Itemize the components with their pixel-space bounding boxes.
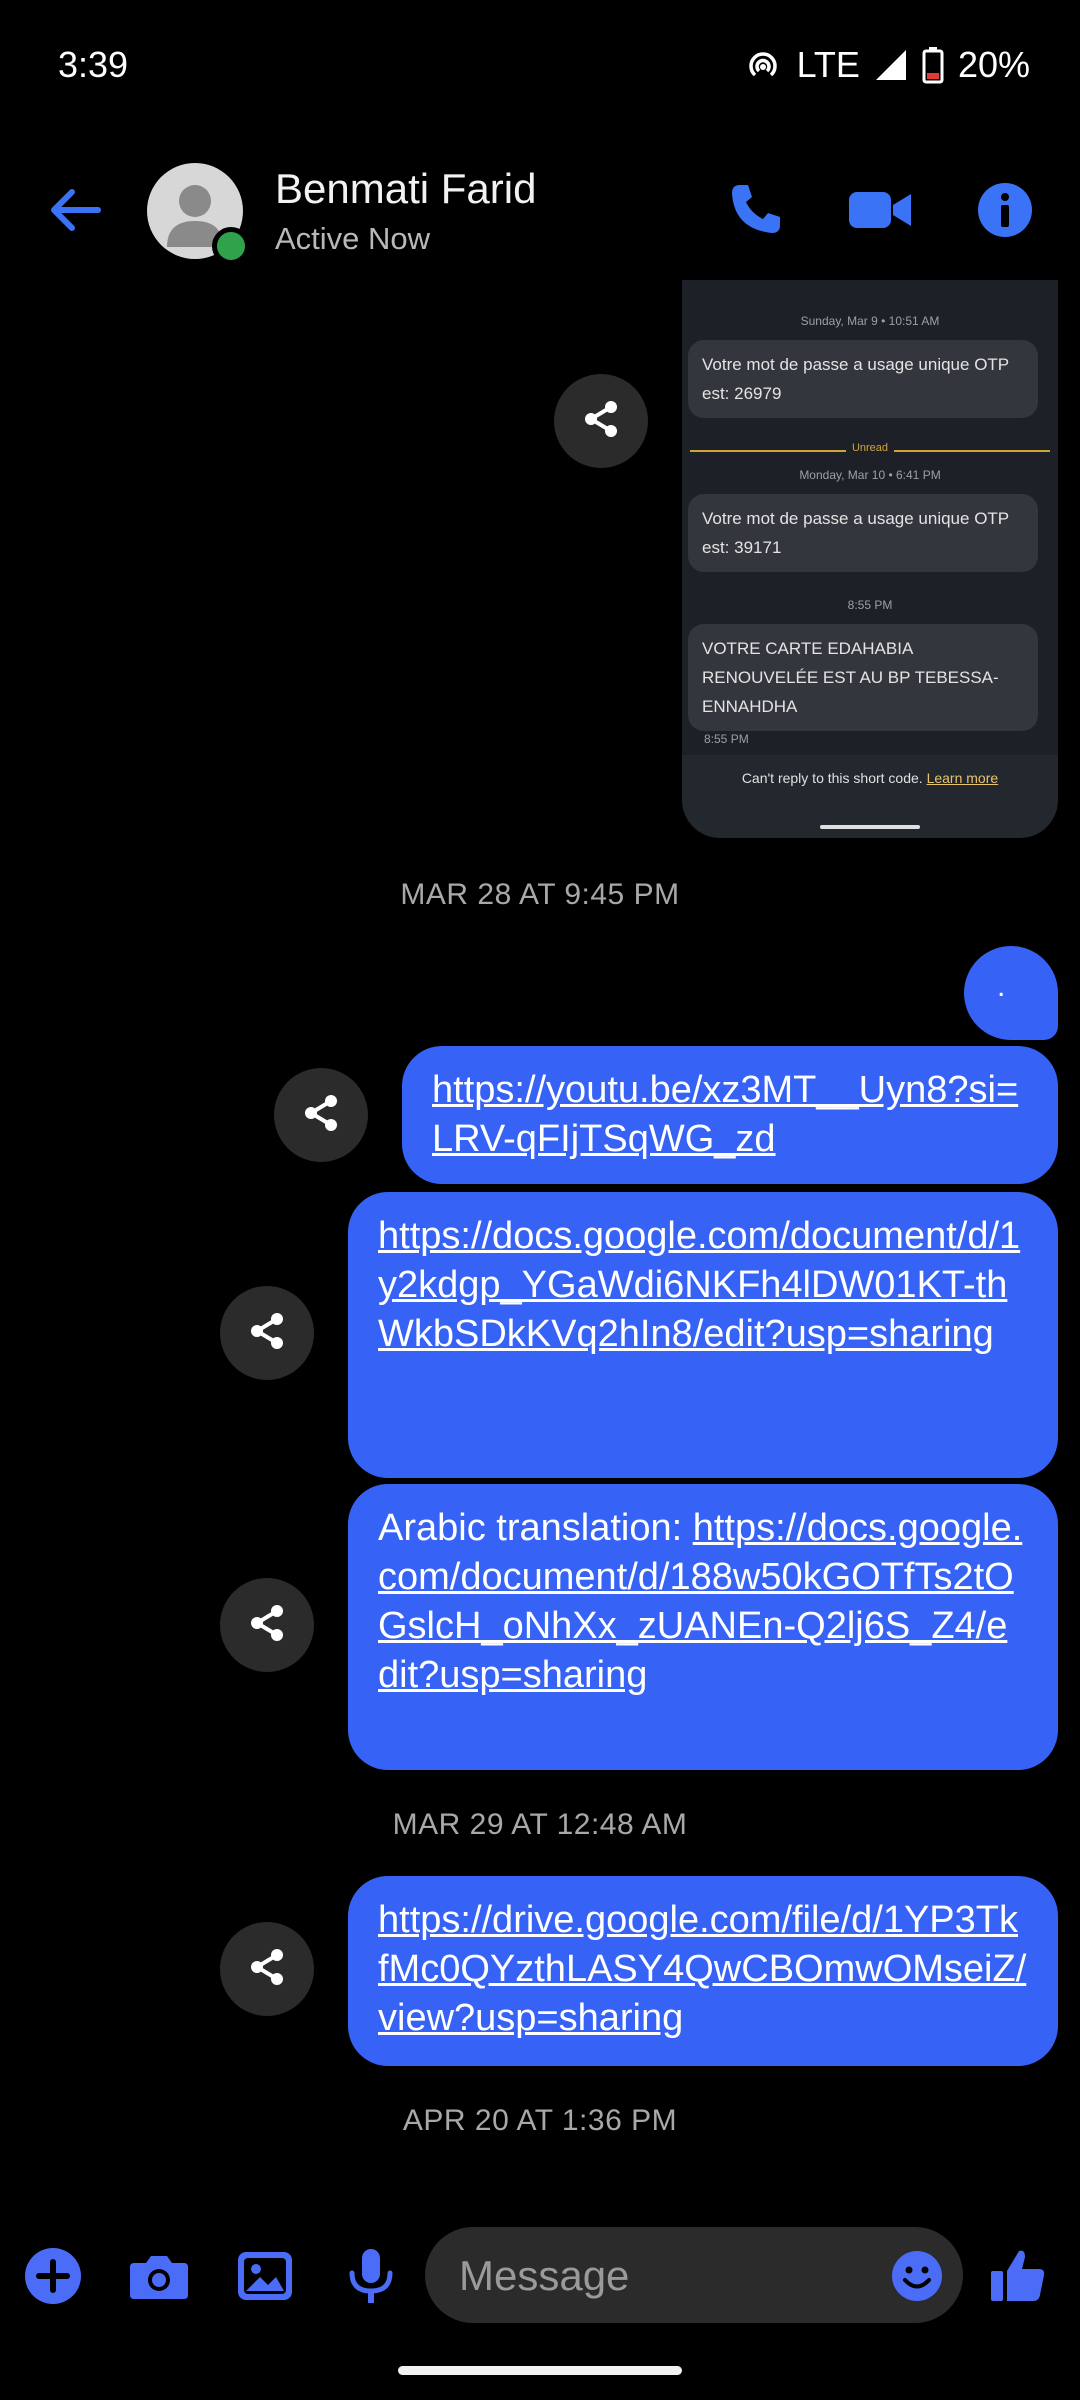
message-link[interactable]: https://docs.google.com/document/d/1y2kd… <box>378 1215 1020 1355</box>
share-icon <box>245 1945 289 1994</box>
message-composer <box>0 2215 1080 2335</box>
unread-label: Unread <box>682 442 1058 454</box>
home-indicator[interactable] <box>398 2366 682 2375</box>
screenshot-footer: Can't reply to this short code. Learn mo… <box>741 770 999 786</box>
add-button[interactable] <box>20 2243 86 2309</box>
status-time: 3:39 <box>58 44 129 85</box>
camera-button[interactable] <box>126 2243 192 2309</box>
message-link[interactable]: https://drive.google.com/file/d/1YP3TkfM… <box>378 1899 1026 2039</box>
thumbs-up-icon <box>985 2250 1051 2313</box>
screenshot-date: Sunday, Mar 9 • 10:51 AM <box>800 314 940 328</box>
contact-status: Active Now <box>275 221 431 256</box>
timestamp: MAR 29 AT 12:48 AM <box>392 1808 688 1841</box>
voice-button[interactable] <box>338 2243 404 2309</box>
call-button[interactable] <box>720 175 790 245</box>
info-button[interactable] <box>970 175 1040 245</box>
info-icon <box>970 183 1040 249</box>
screenshot-message: VOTRE CARTE EDAHABIA RENOUVELÉE EST AU B… <box>688 624 1038 731</box>
plus-circle-icon <box>20 2248 86 2313</box>
back-arrow-icon <box>40 189 110 249</box>
message-link[interactable]: https://youtu.be/xz3MT__Uyn8?si=LRV-qFIj… <box>432 1069 1018 1160</box>
conversation-header: Benmati Farid Active Now <box>0 145 1080 275</box>
screenshot-date: Monday, Mar 10 • 6:41 PM <box>799 468 941 482</box>
status-bar: 3:39 LTE 20% <box>0 0 1080 135</box>
video-camera-icon <box>845 192 915 249</box>
battery-percent: 20% <box>957 44 1030 85</box>
microphone-icon <box>338 2249 404 2313</box>
share-button[interactable] <box>220 1578 314 1672</box>
video-call-button[interactable] <box>845 175 915 245</box>
screenshot-message: Votre mot de passe a usage unique OTP es… <box>688 340 1038 418</box>
message-bubble[interactable]: . <box>964 946 1058 1040</box>
screenshot-message: Votre mot de passe a usage unique OTP es… <box>688 494 1038 572</box>
message-bubble: https://docs.google.com/document/d/1y2kd… <box>348 1192 1058 1478</box>
hotspot-icon <box>743 45 783 85</box>
message-text: Arabic translation: <box>378 1507 693 1549</box>
timestamp: MAR 28 AT 9:45 PM <box>400 878 680 911</box>
timestamp: APR 20 AT 1:36 PM <box>402 2104 678 2137</box>
image-attachment[interactable]: Sunday, Mar 9 • 10:51 AM Votre mot de pa… <box>682 280 1058 838</box>
phone-icon <box>720 185 790 249</box>
back-button[interactable] <box>40 175 110 245</box>
share-icon <box>579 397 623 446</box>
network-type: LTE <box>796 44 860 85</box>
online-indicator <box>212 227 250 265</box>
battery-icon <box>922 46 944 84</box>
image-icon <box>232 2252 298 2313</box>
share-button[interactable] <box>274 1068 368 1162</box>
screenshot-time: 8:55 PM <box>847 598 893 612</box>
emoji-icon <box>890 2251 944 2307</box>
message-bubble: https://youtu.be/xz3MT__Uyn8?si=LRV-qFIj… <box>402 1046 1058 1184</box>
message-input[interactable] <box>457 2227 881 2325</box>
share-button[interactable] <box>554 374 648 468</box>
contact-name[interactable]: Benmati Farid <box>275 165 536 213</box>
status-indicators: LTE 20% <box>743 44 1030 86</box>
like-button[interactable] <box>985 2243 1051 2309</box>
emoji-button[interactable] <box>890 2249 944 2303</box>
message-bubble: Arabic translation: https://docs.google.… <box>348 1484 1058 1770</box>
gallery-button[interactable] <box>232 2243 298 2309</box>
screenshot-time: 8:55 PM <box>704 732 749 746</box>
message-input-container <box>425 2227 963 2325</box>
message-list[interactable]: Sunday, Mar 9 • 10:51 AM Votre mot de pa… <box>0 280 1080 2170</box>
message-bubble: https://drive.google.com/file/d/1YP3TkfM… <box>348 1876 1058 2066</box>
sms-screenshot: Sunday, Mar 9 • 10:51 AM Votre mot de pa… <box>682 280 1058 755</box>
share-button[interactable] <box>220 1922 314 2016</box>
share-icon <box>299 1091 343 1140</box>
signal-icon <box>874 48 908 82</box>
share-button[interactable] <box>220 1286 314 1380</box>
screenshot-home-bar <box>820 825 920 829</box>
share-icon <box>245 1309 289 1358</box>
camera-icon <box>126 2256 192 2313</box>
share-icon <box>245 1601 289 1650</box>
